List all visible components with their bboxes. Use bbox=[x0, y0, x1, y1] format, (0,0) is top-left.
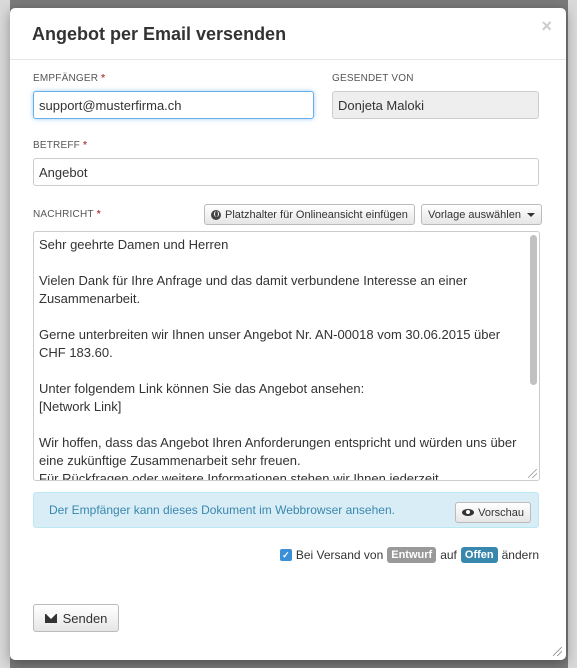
message-textarea[interactable]: Sehr geehrte Damen und Herren Vielen Dan… bbox=[33, 231, 540, 481]
close-icon[interactable]: × bbox=[541, 16, 552, 37]
message-line bbox=[39, 362, 519, 380]
template-select-button[interactable]: Vorlage auswählen bbox=[421, 204, 542, 225]
message-text: Sehr geehrte Damen und Herren Vielen Dan… bbox=[39, 236, 521, 481]
recipient-label: EMPFÄNGER * bbox=[33, 73, 106, 84]
resize-grip-icon[interactable] bbox=[528, 469, 537, 478]
background-left-edge bbox=[0, 0, 10, 668]
send-button[interactable]: Senden bbox=[33, 604, 119, 632]
status-change-row: ✓ Bei Versand von Entwurf auf Offen ände… bbox=[279, 547, 539, 563]
info-text: Der Empfänger kann dieses Dokument im We… bbox=[49, 503, 395, 517]
subject-label: BETREFF * bbox=[33, 140, 88, 151]
subject-input[interactable]: Angebot bbox=[33, 158, 539, 186]
message-line: Für Rückfragen oder weitere Informatione… bbox=[39, 471, 439, 481]
info-alert: Der Empfänger kann dieses Dokument im We… bbox=[33, 492, 539, 528]
required-mark: * bbox=[96, 209, 101, 220]
status-change-checkbox[interactable]: ✓ bbox=[279, 549, 292, 561]
modal-resize-icon[interactable] bbox=[553, 647, 562, 656]
sender-input: Donjeta Maloki bbox=[332, 91, 539, 119]
message-label: NACHRICHT * bbox=[33, 209, 101, 220]
required-mark: * bbox=[82, 140, 88, 151]
message-line: Sehr geehrte Damen und Herren bbox=[39, 237, 229, 252]
message-line: Vielen Dank für Ihre Anfrage und das dam… bbox=[39, 273, 471, 306]
scrollbar-thumb[interactable] bbox=[530, 235, 537, 385]
message-line bbox=[39, 416, 519, 434]
eye-icon bbox=[462, 509, 475, 516]
caret-down-icon bbox=[526, 212, 535, 217]
email-modal: Angebot per Email versenden × EMPFÄNGER *… bbox=[10, 8, 566, 660]
preview-button[interactable]: Vorschau bbox=[455, 502, 531, 523]
sender-label: GESENDET VON bbox=[332, 73, 414, 84]
scrollbar[interactable] bbox=[529, 235, 537, 471]
background-right-edge bbox=[568, 0, 577, 668]
globe-icon bbox=[211, 209, 221, 220]
message-line: Gerne unterbreiten wir Ihnen unser Angeb… bbox=[39, 327, 504, 360]
modal-header: Angebot per Email versenden × bbox=[10, 8, 566, 60]
envelope-icon bbox=[44, 613, 57, 623]
message-line: [Network Link] bbox=[39, 399, 122, 414]
message-line bbox=[39, 308, 519, 326]
message-line: Unter folgendem Link können Sie das Ange… bbox=[39, 381, 365, 396]
insert-placeholder-button[interactable]: Platzhalter für Onlineansicht einfügen bbox=[204, 204, 415, 225]
message-line bbox=[39, 254, 519, 272]
modal-title: Angebot per Email versenden bbox=[32, 24, 287, 44]
status-badge-open: Offen bbox=[460, 547, 498, 563]
status-badge-draft: Entwurf bbox=[387, 547, 437, 563]
message-line: Wir hoffen, dass das Angebot Ihren Anfor… bbox=[39, 435, 521, 468]
required-mark: * bbox=[101, 73, 106, 84]
recipient-input[interactable]: support@musterfirma.ch bbox=[33, 91, 314, 119]
